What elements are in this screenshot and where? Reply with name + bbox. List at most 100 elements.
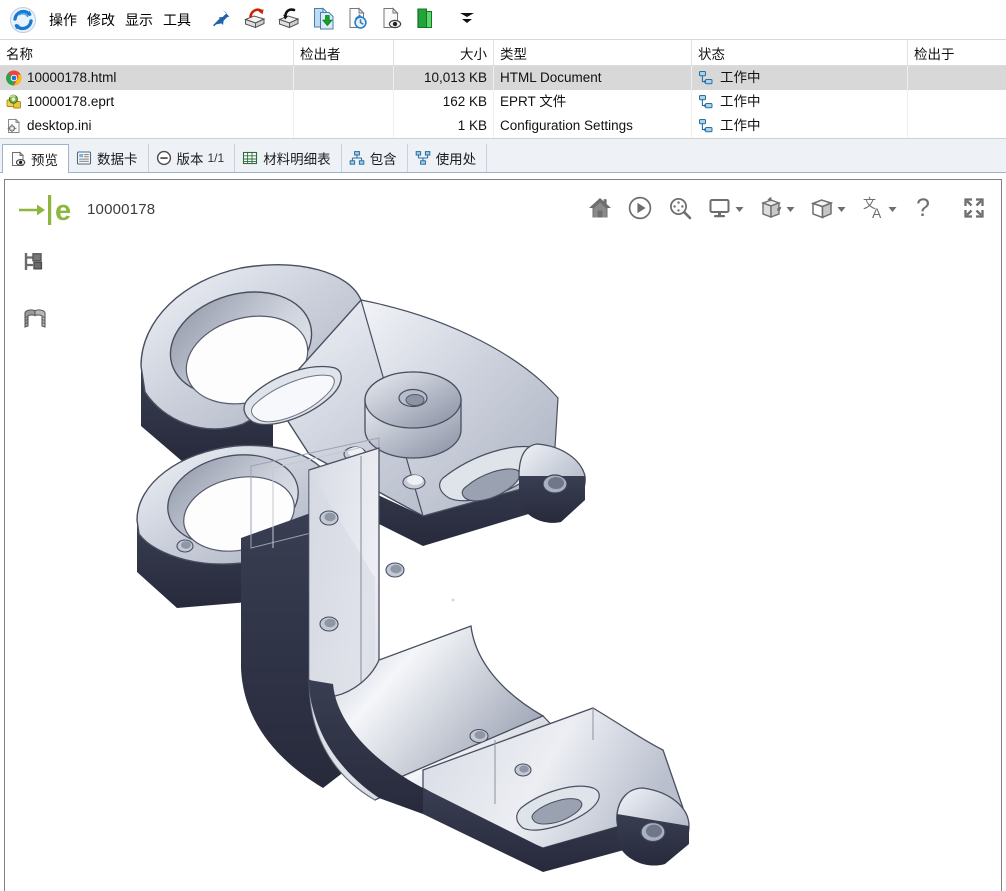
tab-version[interactable]: 版本 1/1 bbox=[149, 144, 236, 172]
pin-button[interactable] bbox=[204, 4, 238, 36]
file-name-cell[interactable]: desktop.ini bbox=[0, 114, 294, 138]
check-in-icon bbox=[276, 6, 302, 33]
tab-contains[interactable]: 包含 bbox=[342, 144, 408, 172]
file-name-text: desktop.ini bbox=[27, 114, 92, 138]
viewer-fullscreen-button[interactable] bbox=[961, 192, 987, 226]
tab-where-used[interactable]: 使用处 bbox=[408, 144, 488, 172]
column-header-name[interactable]: 名称 bbox=[0, 40, 294, 65]
eprt-file-icon bbox=[6, 94, 22, 110]
preview-document-button[interactable] bbox=[374, 4, 408, 36]
bom-table-icon bbox=[242, 150, 258, 166]
column-header-checked-out-at[interactable]: 检出于 bbox=[908, 40, 1006, 65]
tab-bom-label: 材料明细表 bbox=[263, 148, 331, 168]
column-header-type[interactable]: 类型 bbox=[494, 40, 692, 65]
viewer-view-orientation-button[interactable] bbox=[758, 192, 795, 226]
workflow-state-icon bbox=[698, 118, 714, 134]
viewer-canvas[interactable] bbox=[5, 238, 1001, 891]
tab-preview[interactable]: 预览 bbox=[2, 144, 69, 173]
edrawings-logo: e bbox=[15, 190, 75, 228]
file-state-cell: 工作中 bbox=[692, 66, 908, 90]
file-name-cell[interactable]: 10000178.html bbox=[0, 66, 294, 90]
viewer-display-button[interactable] bbox=[707, 192, 744, 226]
table-row[interactable]: 10000178.eprt 162 KB EPRT 文件 工作中 bbox=[0, 90, 1006, 114]
get-latest-icon bbox=[311, 6, 335, 33]
file-state-text: 工作中 bbox=[720, 66, 761, 90]
contains-icon bbox=[349, 150, 365, 166]
green-folder-icon bbox=[413, 6, 437, 33]
help-question-icon: ? bbox=[913, 194, 935, 225]
tab-version-count: 1/1 bbox=[208, 151, 225, 165]
viewer-home-button[interactable] bbox=[587, 192, 613, 226]
history-icon bbox=[345, 6, 369, 33]
cad-model-graphic bbox=[123, 248, 883, 888]
version-icon bbox=[156, 150, 172, 166]
svg-text:?: ? bbox=[916, 194, 930, 222]
fullscreen-icon bbox=[961, 195, 987, 224]
where-used-icon bbox=[415, 150, 431, 166]
file-state-cell: 工作中 bbox=[692, 114, 908, 138]
tab-data-card-label: 数据卡 bbox=[97, 148, 138, 168]
preview-doc-icon bbox=[379, 6, 403, 33]
workflow-state-icon bbox=[698, 70, 714, 86]
menu-modify[interactable]: 修改 bbox=[83, 8, 119, 32]
tab-where-used-label: 使用处 bbox=[436, 148, 477, 168]
main-toolbar: 操作 修改 显示 工具 bbox=[0, 0, 1006, 40]
menu-display[interactable]: 显示 bbox=[121, 8, 157, 32]
tab-contains-label: 包含 bbox=[370, 148, 397, 168]
chrome-html-icon bbox=[6, 70, 22, 86]
column-header-size[interactable]: 大小 bbox=[394, 40, 494, 65]
column-header-state[interactable]: 状态 bbox=[692, 40, 908, 65]
edrawings-viewer: e 10000178 bbox=[4, 179, 1002, 891]
file-size-cell: 1 KB bbox=[394, 114, 494, 138]
file-state-text: 工作中 bbox=[720, 114, 761, 138]
menu-actions[interactable]: 操作 bbox=[45, 8, 81, 32]
table-row[interactable]: desktop.ini 1 KB Configuration Settings … bbox=[0, 114, 1006, 138]
file-name-cell[interactable]: 10000178.eprt bbox=[0, 90, 294, 114]
zoom-to-area-icon bbox=[667, 195, 693, 224]
preview-tabbar: 预览 数据卡 版本 bbox=[0, 139, 1006, 173]
play-icon bbox=[627, 195, 653, 224]
pdm-preview-window: 操作 修改 显示 工具 bbox=[0, 0, 1006, 891]
chevron-down-icon bbox=[837, 205, 846, 214]
viewer-play-animation-button[interactable] bbox=[627, 192, 653, 226]
display-monitor-icon bbox=[707, 196, 733, 223]
checked-out-at-cell bbox=[908, 114, 1006, 138]
viewer-help-button[interactable]: ? bbox=[911, 192, 937, 226]
file-state-cell: 工作中 bbox=[692, 90, 908, 114]
file-state-text: 工作中 bbox=[720, 90, 761, 114]
chevron-down-icon bbox=[888, 205, 897, 214]
svg-text:e: e bbox=[55, 195, 71, 227]
file-name-text: 10000178.eprt bbox=[27, 90, 114, 114]
column-header-checked-out-by[interactable]: 检出者 bbox=[294, 40, 394, 65]
check-in-button[interactable] bbox=[272, 4, 306, 36]
open-folder-button[interactable] bbox=[408, 4, 442, 36]
viewer-display-style-button[interactable] bbox=[809, 192, 846, 226]
more-commands-button[interactable] bbox=[450, 4, 484, 36]
get-latest-version-button[interactable] bbox=[306, 4, 340, 36]
tab-bom[interactable]: 材料明细表 bbox=[235, 144, 342, 172]
checked-out-by-cell bbox=[294, 90, 394, 114]
viewer-toolbar: 文 A ? bbox=[587, 192, 987, 226]
workflow-state-icon bbox=[698, 94, 714, 110]
chevron-down-icon bbox=[456, 7, 478, 32]
file-name-text: 10000178.html bbox=[27, 66, 116, 90]
tab-data-card[interactable]: 数据卡 bbox=[69, 144, 149, 172]
file-type-cell: Configuration Settings bbox=[494, 114, 692, 138]
table-row[interactable]: 10000178.html 10,013 KB HTML Document 工作… bbox=[0, 66, 1006, 90]
history-button[interactable] bbox=[340, 4, 374, 36]
pin-icon bbox=[210, 7, 232, 32]
data-card-icon bbox=[76, 150, 92, 166]
menu-tools[interactable]: 工具 bbox=[159, 8, 195, 32]
viewer-document-name: 10000178 bbox=[87, 201, 155, 218]
checked-out-at-cell bbox=[908, 90, 1006, 114]
svg-text:A: A bbox=[872, 205, 882, 221]
viewer-language-button[interactable]: 文 A bbox=[860, 192, 897, 226]
file-size-cell: 162 KB bbox=[394, 90, 494, 114]
file-size-cell: 10,013 KB bbox=[394, 66, 494, 90]
pdm-refresh-icon[interactable] bbox=[8, 5, 38, 35]
check-out-button[interactable] bbox=[238, 4, 272, 36]
preview-tab-icon bbox=[10, 151, 26, 167]
rotate-view-cube-icon bbox=[758, 195, 784, 224]
checked-out-by-cell bbox=[294, 114, 394, 138]
viewer-zoom-button[interactable] bbox=[667, 192, 693, 226]
